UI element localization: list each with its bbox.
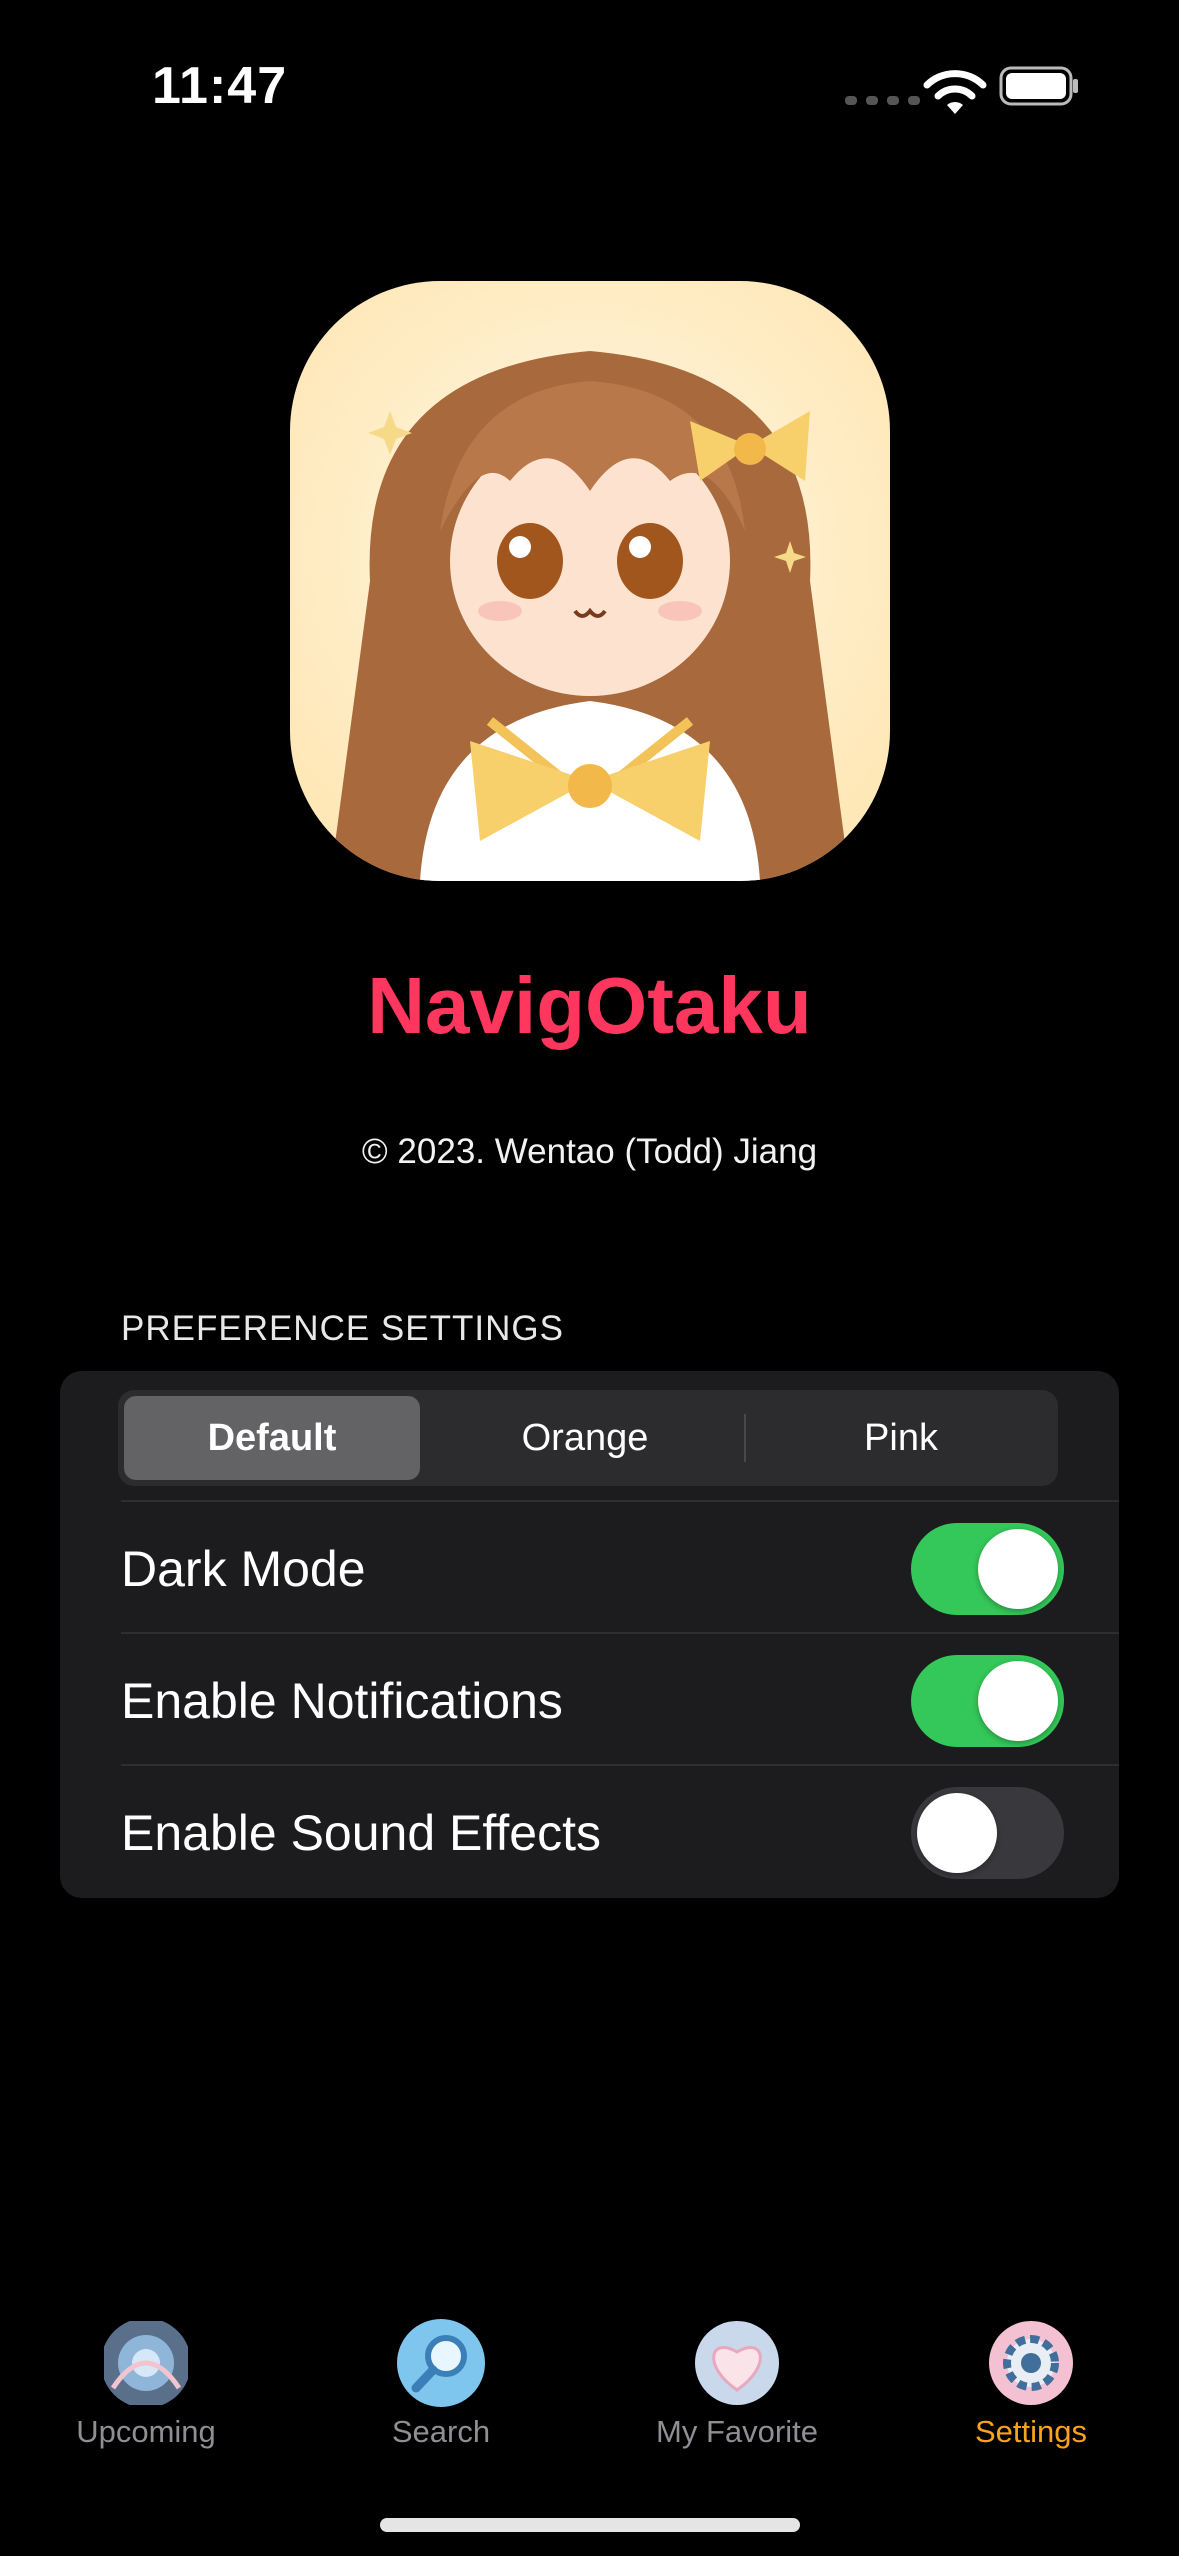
toggle-knob [978, 1661, 1058, 1741]
tab-label: Search [391, 2414, 491, 2449]
battery-icon [999, 66, 1078, 106]
tab-settings[interactable]: Settings [911, 2318, 1151, 2450]
sound-effects-label: Enable Sound Effects [121, 1805, 601, 1861]
section-header: PREFERENCE SETTINGS [121, 1309, 564, 1348]
tab-my-favorite[interactable]: My Favorite [617, 2318, 857, 2450]
sound-effects-toggle[interactable] [911, 1787, 1064, 1879]
app-logo-icon [290, 281, 890, 881]
cellular-signal-icon [845, 96, 920, 105]
row-divider [121, 1632, 1119, 1634]
segment-divider [744, 1414, 746, 1462]
tab-label: Settings [974, 2414, 1087, 2449]
upcoming-icon [104, 2321, 188, 2405]
tab-label: My Favorite [656, 2414, 818, 2449]
row-divider [121, 1500, 1119, 1502]
theme-option-orange[interactable]: Orange [432, 1390, 738, 1486]
theme-option-pink[interactable]: Pink [750, 1390, 1052, 1486]
app-title: NavigOtaku [367, 961, 812, 1050]
notifications-toggle[interactable] [911, 1655, 1064, 1747]
dark-mode-toggle[interactable] [911, 1523, 1064, 1615]
home-indicator[interactable] [380, 2518, 800, 2532]
tab-search[interactable]: Search [321, 2318, 561, 2450]
row-divider [121, 1764, 1119, 1766]
status-time: 11:47 [152, 57, 288, 115]
toggle-knob [917, 1793, 997, 1873]
tab-upcoming[interactable]: Upcoming [26, 2318, 266, 2450]
wifi-icon [923, 70, 987, 114]
heart-icon [695, 2321, 779, 2405]
toggle-knob [978, 1529, 1058, 1609]
search-icon [397, 2319, 485, 2407]
theme-option-default[interactable]: Default [124, 1396, 420, 1480]
gear-icon [989, 2321, 1073, 2405]
copyright-text: © 2023. Wentao (Todd) Jiang [361, 1132, 818, 1171]
notifications-label: Enable Notifications [121, 1673, 563, 1729]
tab-label: Upcoming [76, 2414, 216, 2449]
theme-segmented-control[interactable]: Default Orange Pink [118, 1390, 1058, 1486]
dark-mode-label: Dark Mode [121, 1541, 366, 1597]
